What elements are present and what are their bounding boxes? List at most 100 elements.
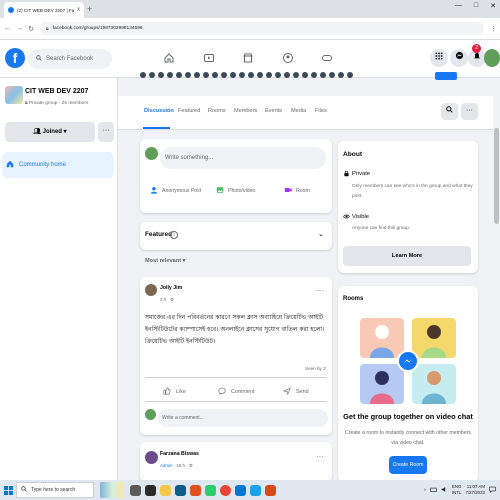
browser-tab[interactable]: (2) CIT WEB DEV 2207 | Facebook x: [4, 2, 84, 18]
vscode-icon[interactable]: [235, 484, 246, 496]
comment-icon: [218, 387, 226, 397]
tab-featured[interactable]: Featured: [178, 108, 200, 114]
network-icon[interactable]: [430, 486, 437, 494]
gaming-nav-icon[interactable]: [320, 52, 334, 66]
tab-events[interactable]: Events: [265, 108, 282, 114]
tab-media[interactable]: Media: [291, 108, 306, 114]
post-author-name[interactable]: Jolly Jim: [160, 285, 182, 291]
search-placeholder: Search Facebook: [46, 56, 94, 62]
chevron-down-icon[interactable]: ⌄: [318, 230, 324, 238]
marketplace-nav-icon[interactable]: [241, 52, 255, 66]
menu-grid-button[interactable]: [430, 49, 448, 67]
new-tab-button[interactable]: +: [87, 4, 92, 14]
featured-title: Featured: [145, 231, 172, 238]
tab-close-icon[interactable]: x: [77, 7, 80, 13]
seen-by-count[interactable]: Seen by 3: [305, 366, 326, 371]
telegram-icon[interactable]: [250, 484, 261, 496]
profile-avatar[interactable]: [484, 49, 500, 67]
groups-nav-icon[interactable]: [281, 52, 295, 66]
post-author-avatar[interactable]: [145, 451, 158, 464]
anonymous-post-icon: [150, 186, 158, 196]
post-author-avatar[interactable]: [145, 284, 157, 296]
group-search-button[interactable]: [441, 103, 458, 120]
photoshop-icon[interactable]: [175, 484, 186, 496]
post-options-icon[interactable]: ···: [316, 452, 324, 461]
forward-icon[interactable]: →: [16, 25, 23, 32]
group-name[interactable]: CIT WEB DEV 2207: [25, 88, 88, 95]
community-home-label: Community home: [19, 162, 67, 168]
volume-icon[interactable]: [441, 486, 448, 494]
avatar[interactable]: [145, 409, 156, 420]
tab-files[interactable]: Files: [315, 108, 327, 114]
app-icon[interactable]: [145, 484, 156, 496]
url-field[interactable]: 🔒︎ facebook.com/groups/1987302998134596: [40, 22, 484, 35]
anonymous-post-button[interactable]: Anonymous Post: [150, 186, 201, 196]
back-icon[interactable]: ←: [4, 25, 11, 32]
chrome-icon[interactable]: [220, 484, 231, 496]
maximize-button[interactable]: □: [474, 2, 478, 10]
minimize-button[interactable]: —: [455, 2, 462, 10]
tab-rooms[interactable]: Rooms: [208, 108, 226, 114]
write-something-input[interactable]: Write something...: [160, 147, 326, 169]
lock-icon: [343, 170, 350, 179]
file-explorer-icon[interactable]: [160, 484, 171, 496]
whatsapp-icon[interactable]: [205, 484, 216, 496]
avatar[interactable]: [145, 147, 158, 160]
create-room-button[interactable]: Create Room: [389, 456, 427, 474]
reload-icon[interactable]: ↻: [28, 25, 34, 33]
active-tab-indicator: [143, 127, 170, 129]
language-indicator[interactable]: ENG INTL: [452, 484, 462, 496]
taskbar-search-input[interactable]: Type here to search: [16, 482, 94, 498]
close-window-button[interactable]: ✕: [490, 2, 496, 10]
search-input[interactable]: Search Facebook: [28, 49, 112, 69]
post-timestamp[interactable]: · 16 h · ⚙: [174, 463, 193, 468]
windows-start-icon[interactable]: [0, 480, 16, 500]
extensions-icon[interactable]: ⋮: [490, 25, 497, 33]
comment-input[interactable]: Write a comment...: [158, 409, 328, 427]
clock[interactable]: 11:07 AM 7/27/2023: [465, 484, 485, 496]
facebook-logo[interactable]: f: [5, 48, 25, 68]
task-view-icon[interactable]: [130, 484, 141, 496]
joined-button[interactable]: 👥︎ Joined ▾: [5, 122, 95, 142]
app-icon[interactable]: [265, 484, 276, 496]
invite-button[interactable]: [435, 72, 457, 80]
room-button[interactable]: Room: [284, 186, 310, 196]
sort-dropdown[interactable]: Most relevant ▾: [145, 258, 185, 264]
post-options-icon[interactable]: ···: [316, 286, 324, 295]
tab-members[interactable]: Members: [234, 108, 257, 114]
photo-video-button[interactable]: Photo/video: [216, 186, 255, 196]
post-timestamp[interactable]: 3 h · ⚙: [160, 297, 174, 303]
group-thumbnail[interactable]: [5, 86, 23, 104]
admin-badge: Admin: [160, 463, 173, 468]
caret-down-icon: ▾: [61, 129, 67, 135]
tab-discussion[interactable]: Discussion: [144, 108, 174, 114]
taskbar-search-placeholder: Type here to search: [31, 487, 76, 493]
group-meta: 🔒︎ Private group · 25 members: [25, 100, 88, 106]
room-label: Room: [296, 188, 310, 194]
facebook-favicon-icon: [8, 7, 14, 13]
post-author-name[interactable]: Farzana Biswas: [160, 451, 199, 457]
window-controls: — □ ✕: [455, 2, 496, 10]
taskbar-app-icons: [130, 484, 276, 496]
learn-more-button[interactable]: Learn More: [343, 246, 471, 266]
tray-chevron-icon[interactable]: ^: [424, 488, 426, 493]
group-options-button[interactable]: ···: [461, 103, 478, 120]
comment-button[interactable]: Comment: [218, 387, 254, 397]
messenger-button[interactable]: [450, 49, 468, 67]
system-tray: ^ ENG INTL 11:07 AM 7/27/2023: [424, 484, 500, 496]
like-icon: [163, 387, 171, 397]
group-more-button[interactable]: ···: [98, 122, 114, 142]
taskbar-widget-image[interactable]: [100, 482, 124, 498]
notification-center-icon[interactable]: [489, 486, 496, 494]
rooms-title: Rooms: [343, 296, 364, 302]
send-button[interactable]: Send: [282, 387, 309, 397]
scrollbar-thumb[interactable]: [494, 128, 499, 224]
like-button[interactable]: Like: [163, 387, 186, 397]
info-icon[interactable]: i: [170, 231, 178, 239]
lock-icon: 🔒︎: [46, 25, 49, 32]
caret-down-icon: ▾: [181, 258, 186, 264]
community-home-link[interactable]: Community home: [2, 152, 114, 178]
firefox-icon[interactable]: [190, 484, 201, 496]
watch-nav-icon[interactable]: [202, 52, 216, 66]
home-nav-icon[interactable]: [162, 52, 176, 66]
